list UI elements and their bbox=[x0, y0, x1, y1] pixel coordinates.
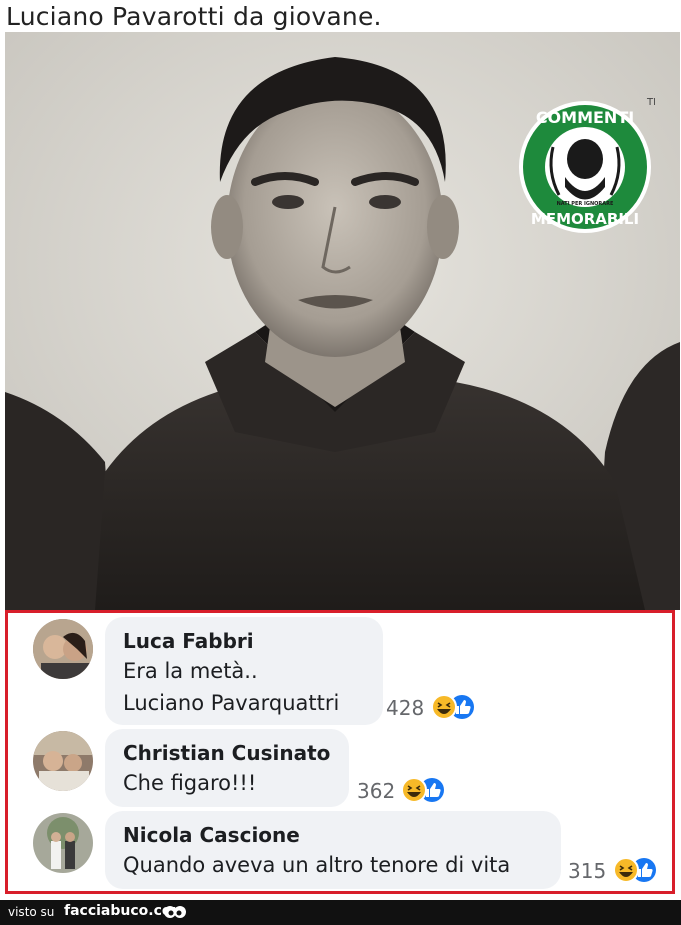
comment-author[interactable]: Christian Cusinato bbox=[123, 741, 330, 765]
avatar[interactable] bbox=[33, 731, 93, 791]
reaction-icons[interactable] bbox=[430, 693, 480, 721]
comments-panel: Luca Fabbri Era la metà.. Luciano Pavarq… bbox=[5, 610, 675, 894]
reaction-icons[interactable] bbox=[612, 856, 662, 884]
post-photo[interactable]: TM COMMENTI MEMORABILI NATI PER IGNORARE bbox=[5, 32, 680, 610]
logo-top-text: COMMENTI bbox=[536, 108, 634, 127]
comment-bubble: Christian Cusinato Che figaro!!! bbox=[105, 729, 349, 807]
reaction-count[interactable]: 315 bbox=[568, 859, 606, 883]
avatar[interactable] bbox=[33, 619, 93, 679]
eyes-icon bbox=[164, 906, 186, 918]
logo-bottom-text: MEMORABILI bbox=[531, 210, 639, 228]
comment-author[interactable]: Luca Fabbri bbox=[123, 629, 254, 653]
reaction-count[interactable]: 362 bbox=[357, 779, 395, 803]
comment-bubble: Luca Fabbri Era la metà.. Luciano Pavarq… bbox=[105, 617, 383, 725]
comment-bubble: Nicola Cascione Quando aveva un altro te… bbox=[105, 811, 561, 889]
reaction-count[interactable]: 428 bbox=[386, 696, 424, 720]
trademark-label: TM bbox=[646, 97, 655, 108]
comment-text-line: Luciano Pavarquattri bbox=[123, 691, 340, 715]
footer-visto-label: visto su bbox=[8, 905, 55, 919]
comment-author[interactable]: Nicola Cascione bbox=[123, 823, 300, 847]
haha-emoji-icon bbox=[401, 777, 427, 803]
comment-text-line: Che figaro!!! bbox=[123, 771, 257, 795]
haha-emoji-icon bbox=[613, 857, 639, 883]
haha-emoji-icon bbox=[431, 694, 457, 720]
comment-text-line: Quando aveva un altro tenore di vita bbox=[123, 853, 511, 877]
footer-bar: visto su facciabuco.com bbox=[0, 900, 681, 925]
post-title: Luciano Pavarotti da giovane. bbox=[6, 2, 382, 31]
avatar[interactable] bbox=[33, 813, 93, 873]
reaction-icons[interactable] bbox=[400, 776, 450, 804]
logo-small-text: NATI PER IGNORARE bbox=[557, 201, 614, 207]
commenti-memorabili-logo: TM COMMENTI MEMORABILI NATI PER IGNORARE bbox=[519, 97, 655, 233]
comment-text-line: Era la metà.. bbox=[123, 659, 258, 683]
